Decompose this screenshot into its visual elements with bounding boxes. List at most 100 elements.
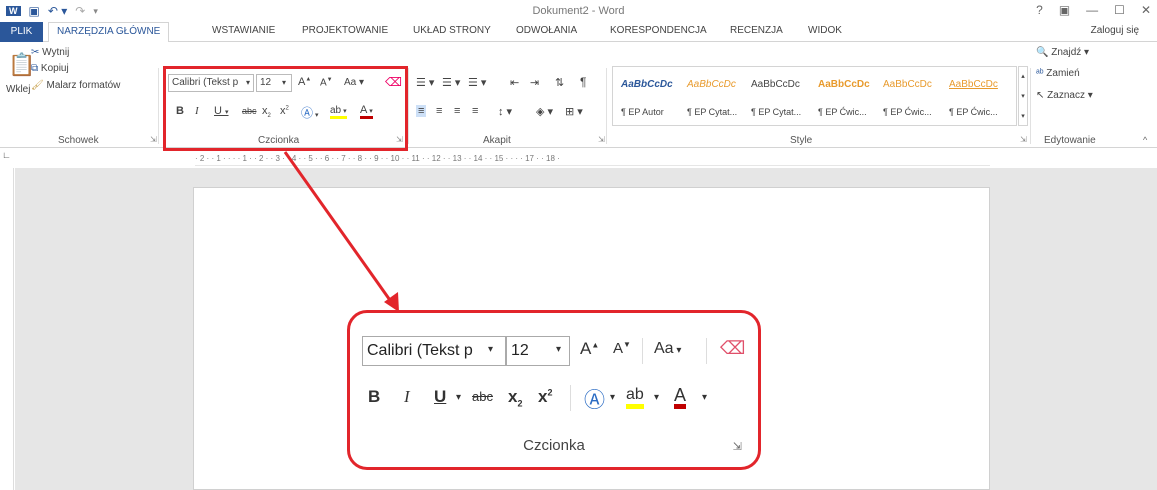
style-name-3: ¶ EP Cytat... xyxy=(751,107,802,117)
zoom-text-effects-dropdown-icon[interactable]: ▾ xyxy=(610,392,615,403)
zoom-strikethrough-icon[interactable]: abc xyxy=(472,389,493,404)
zoom-highlight-dropdown-icon[interactable]: ▾ xyxy=(654,392,659,403)
styles-group-label: Style xyxy=(790,135,813,146)
divider xyxy=(1030,68,1031,144)
styles-launcher-icon[interactable]: ⇲ xyxy=(1020,135,1027,144)
decrease-indent-icon[interactable]: ⇤ xyxy=(510,76,519,89)
tab-references[interactable]: ODWOŁANIA xyxy=(516,25,577,36)
zoom-underline-icon[interactable]: U xyxy=(434,387,446,407)
tab-view[interactable]: WIDOK xyxy=(808,25,842,36)
style-name-2: ¶ EP Cytat... xyxy=(687,107,738,117)
close-icon[interactable]: ✕ xyxy=(1141,3,1151,17)
tab-selector-icon[interactable]: ∟ xyxy=(2,150,12,160)
shading-icon[interactable]: ◈ ▾ xyxy=(536,105,553,118)
paragraph-launcher-icon[interactable]: ⇲ xyxy=(598,135,605,144)
font-group-highlight xyxy=(163,66,408,151)
replace-icon: ᵃᵇ xyxy=(1036,68,1047,79)
styles-scroll-icon[interactable]: ▴ ▾ ▾ xyxy=(1018,66,1028,126)
divider xyxy=(408,68,409,144)
zoom-text-effects-icon[interactable]: Ⓐ xyxy=(584,384,605,414)
tab-file[interactable]: PLIK xyxy=(0,22,43,42)
divider xyxy=(606,68,607,144)
zoom-superscript-icon[interactable]: x2 xyxy=(538,387,552,407)
tab-home[interactable]: NARZĘDZIA GŁÓWNE xyxy=(48,22,170,43)
divider xyxy=(706,338,707,364)
minimize-icon[interactable]: — xyxy=(1086,3,1098,17)
copy-icon: ⧉ xyxy=(31,63,41,74)
zoom-font-color-icon[interactable]: A xyxy=(674,386,687,409)
zoom-font-color-dropdown-icon[interactable]: ▾ xyxy=(702,392,707,403)
help-icon[interactable]: ? xyxy=(1036,3,1043,17)
style-preview-4: AaBbCcDc xyxy=(818,79,870,90)
tab-review[interactable]: RECENZJA xyxy=(730,25,783,36)
line-spacing-icon[interactable]: ↕ ▾ xyxy=(498,105,512,118)
paste-button[interactable]: Wklej xyxy=(6,84,30,95)
zoom-underline-dropdown-icon[interactable]: ▾ xyxy=(456,392,461,403)
zoom-shrink-font-icon[interactable]: A▼ xyxy=(613,340,631,357)
divider xyxy=(642,338,643,364)
title-bar: W ▣ ↶ ▾ ↷ ▾ Dokument2 - Word ? ▣ — ☐ ✕ xyxy=(0,0,1157,22)
zoom-change-case-icon[interactable]: Aa ▾ xyxy=(654,340,681,358)
divider xyxy=(570,385,571,411)
copy-button[interactable]: ⧉ Kopiuj xyxy=(31,63,69,74)
vertical-ruler[interactable] xyxy=(0,168,14,490)
ribbon-display-icon[interactable]: ▣ xyxy=(1059,3,1070,17)
cursor-icon: ↖ xyxy=(1036,90,1048,101)
zoom-bold-icon[interactable]: B xyxy=(368,387,380,407)
sort-icon[interactable]: ⇅ xyxy=(555,76,564,89)
editing-group-label: Edytowanie xyxy=(1044,135,1096,146)
style-preview-2: AaBbCcDc xyxy=(687,79,736,90)
style-name-5: ¶ EP Ćwic... xyxy=(883,107,932,117)
zoom-subscript-icon[interactable]: x2 xyxy=(508,387,522,408)
bullets-icon[interactable]: ☰ ▾ xyxy=(416,76,434,89)
tab-design[interactable]: PROJEKTOWANIE xyxy=(302,25,388,36)
zoom-font-size-dropdown-icon[interactable]: ▾ xyxy=(556,344,561,355)
numbering-icon[interactable]: ☰ ▾ xyxy=(442,76,460,89)
binoculars-icon: 🔍 xyxy=(1036,47,1052,58)
ribbon-tabs: PLIK NARZĘDZIA GŁÓWNE WSTAWIANIE PROJEKT… xyxy=(0,22,1157,43)
zoom-highlight-color-icon[interactable]: ab xyxy=(626,386,644,409)
justify-icon[interactable]: ≡ xyxy=(472,105,478,117)
divider xyxy=(158,68,159,144)
style-preview-1: AaBbCcDc xyxy=(621,79,673,90)
tab-mailings[interactable]: KORESPONDENCJA xyxy=(610,25,707,36)
align-left-icon[interactable]: ≡ xyxy=(416,105,427,117)
paragraph-group-label: Akapit xyxy=(483,135,511,146)
style-preview-3: AaBbCcDc xyxy=(751,79,800,90)
find-button[interactable]: 🔍 Znajdź ▾ xyxy=(1036,47,1089,58)
pilcrow-icon[interactable]: ¶ xyxy=(580,75,586,89)
align-right-icon[interactable]: ≡ xyxy=(454,105,460,117)
word-window: W ▣ ↶ ▾ ↷ ▾ Dokument2 - Word ? ▣ — ☐ ✕ P… xyxy=(0,0,1157,490)
horizontal-ruler[interactable]: · 2 · · 1 · · · · 1 · · 2 · · 3 · · 4 · … xyxy=(195,154,990,166)
collapse-ribbon-icon[interactable]: ^ xyxy=(1143,135,1147,145)
style-preview-5: AaBbCcDc xyxy=(883,79,932,90)
style-name-1: ¶ EP Autor xyxy=(621,107,664,117)
font-group-zoom: Calibri (Tekst p ▾ 12 ▾ A▲ A▼ Aa ▾ ⌫ B I… xyxy=(347,310,761,470)
borders-icon[interactable]: ⊞ ▾ xyxy=(565,105,583,118)
styles-gallery[interactable]: AaBbCcDc AaBbCcDc AaBbCcDc AaBbCcDc AaBb… xyxy=(612,66,1017,126)
zoom-font-name-box[interactable]: Calibri (Tekst p xyxy=(362,336,506,366)
cut-button[interactable]: ✂ Wytnij xyxy=(31,47,69,58)
zoom-font-group-label: Czcionka xyxy=(523,437,585,454)
zoom-grow-font-icon[interactable]: A▲ xyxy=(580,339,599,359)
zoom-font-launcher-icon[interactable]: ⇲ xyxy=(733,440,742,453)
style-name-4: ¶ EP Ćwic... xyxy=(818,107,867,117)
zoom-font-name-dropdown-icon[interactable]: ▾ xyxy=(488,344,493,355)
login-link[interactable]: Zaloguj się xyxy=(1091,25,1139,36)
zoom-clear-formatting-icon[interactable]: ⌫ xyxy=(720,338,745,359)
zoom-italic-icon[interactable]: I xyxy=(404,387,410,407)
increase-indent-icon[interactable]: ⇥ xyxy=(530,76,539,89)
window-controls: ? ▣ — ☐ ✕ xyxy=(1036,3,1151,17)
select-button[interactable]: ↖ Zaznacz ▾ xyxy=(1036,90,1093,101)
window-title: Dokument2 - Word xyxy=(532,5,625,17)
clipboard-launcher-icon[interactable]: ⇲ xyxy=(150,135,157,144)
tab-insert[interactable]: WSTAWIANIE xyxy=(212,25,275,36)
multilevel-list-icon[interactable]: ☰ ▾ xyxy=(468,76,486,89)
tab-layout[interactable]: UKŁAD STRONY xyxy=(413,25,491,36)
scissors-icon: ✂ xyxy=(31,47,43,58)
replace-button[interactable]: ᵃᵇ Zamień xyxy=(1036,68,1080,79)
format-painter-button[interactable]: 🖌 Malarz formatów xyxy=(31,80,120,91)
maximize-icon[interactable]: ☐ xyxy=(1114,3,1125,17)
clipboard-group-label: Schowek xyxy=(58,135,99,146)
align-center-icon[interactable]: ≡ xyxy=(436,105,442,117)
